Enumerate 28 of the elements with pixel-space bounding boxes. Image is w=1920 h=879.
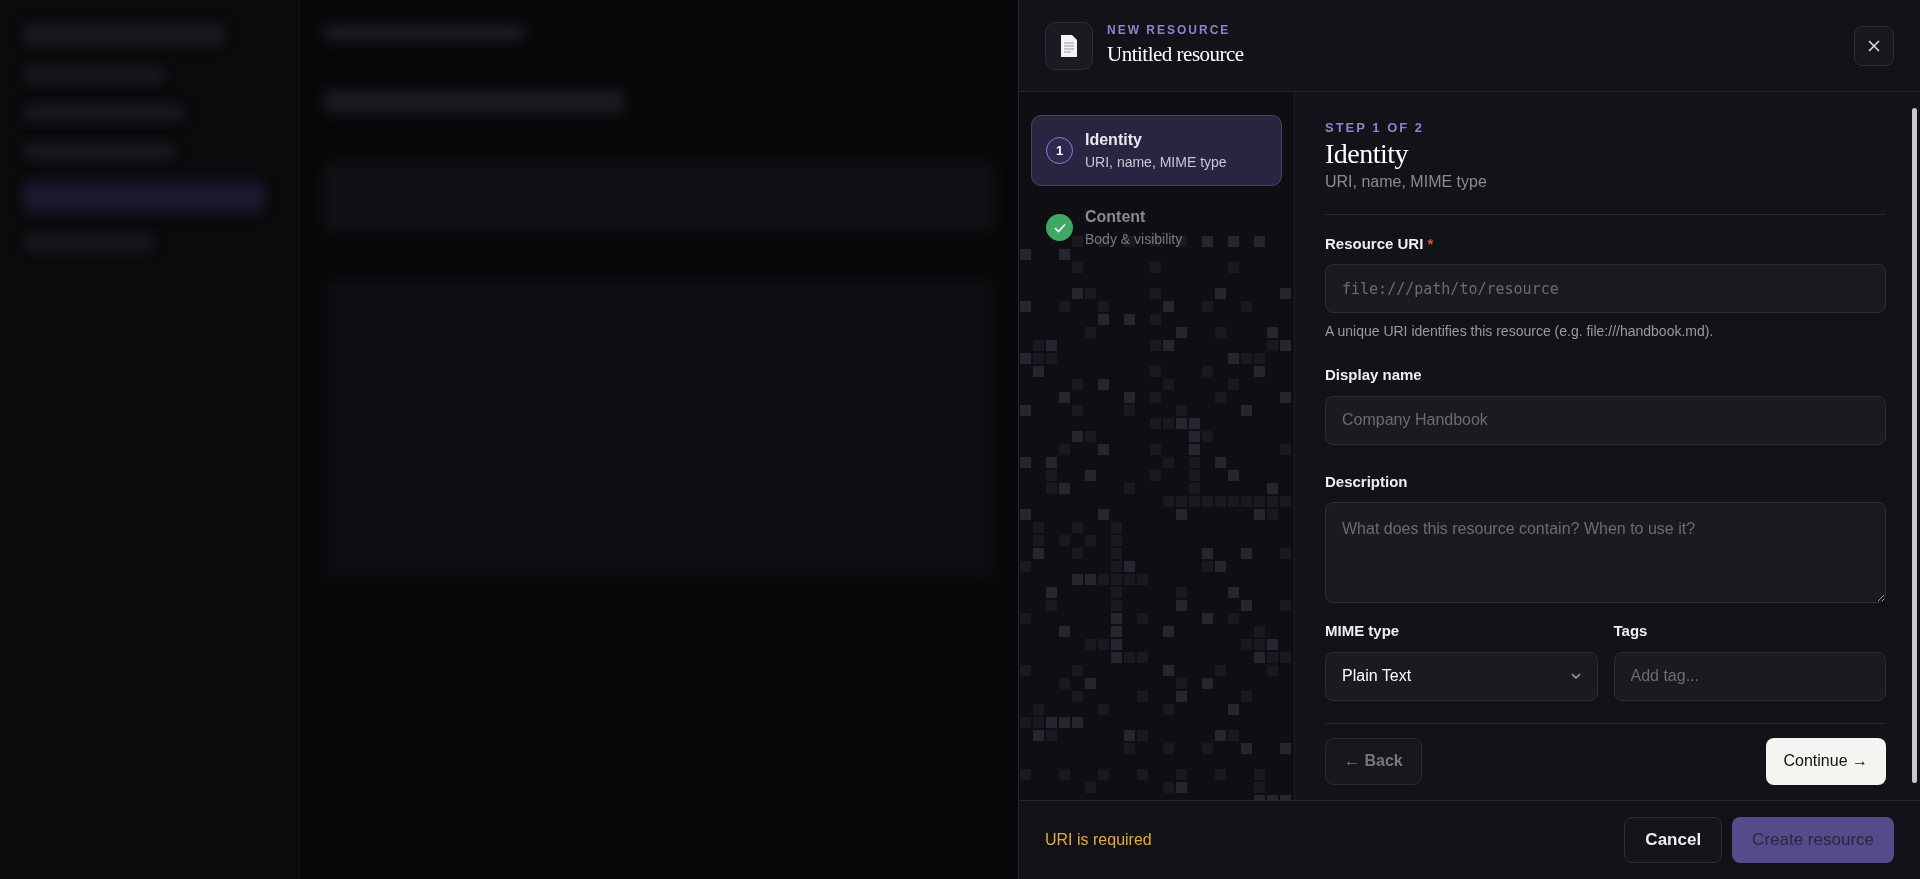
field-label: Tags: [1613, 621, 1649, 642]
input-field[interactable]: Company Handbook: [1325, 395, 1886, 445]
step-label: STEP 1 OF 2: [1325, 119, 1426, 137]
tags-field[interactable]: Add tag...: [1613, 651, 1886, 701]
document-icon: [1045, 21, 1093, 70]
drawer-eyebrow: NEW RESOURCE: [1107, 21, 1232, 39]
close-icon: [1868, 39, 1880, 52]
cancel-button[interactable]: Cancel: [1624, 817, 1723, 863]
validation-message: URI is required: [1045, 830, 1152, 850]
field-label: Display name: [1325, 365, 1423, 386]
field-label: MIME type: [1325, 621, 1401, 642]
step-number: 1: [1046, 137, 1073, 164]
field-label: Description: [1325, 471, 1409, 492]
chevron-down-icon: [1570, 673, 1581, 680]
mime-type-select[interactable]: Plain Text: [1325, 651, 1598, 701]
step-subheading: URI, name, MIME type: [1325, 171, 1488, 192]
back-button[interactable]: ← Back: [1325, 737, 1422, 785]
close-button[interactable]: [1854, 25, 1894, 66]
step-heading: Identity: [1325, 137, 1410, 170]
continue-button[interactable]: Continue →: [1765, 737, 1886, 785]
step-item[interactable]: 1 Identity URI, name, MIME type: [1031, 115, 1282, 186]
help-text: A unique URI identifies this resource (e.g. file:///handbook.md).: [1325, 322, 1715, 342]
field-label: Resource URI *: [1325, 233, 1435, 254]
scrollbar[interactable]: [1912, 108, 1917, 783]
step-item[interactable]: Content Body & visibility: [1031, 192, 1282, 263]
input-field[interactable]: file:///path/to/resource: [1325, 264, 1886, 314]
drawer-title: Untitled resource: [1107, 40, 1244, 68]
description-field[interactable]: What does this resource contain? When to use it?: [1325, 502, 1886, 604]
